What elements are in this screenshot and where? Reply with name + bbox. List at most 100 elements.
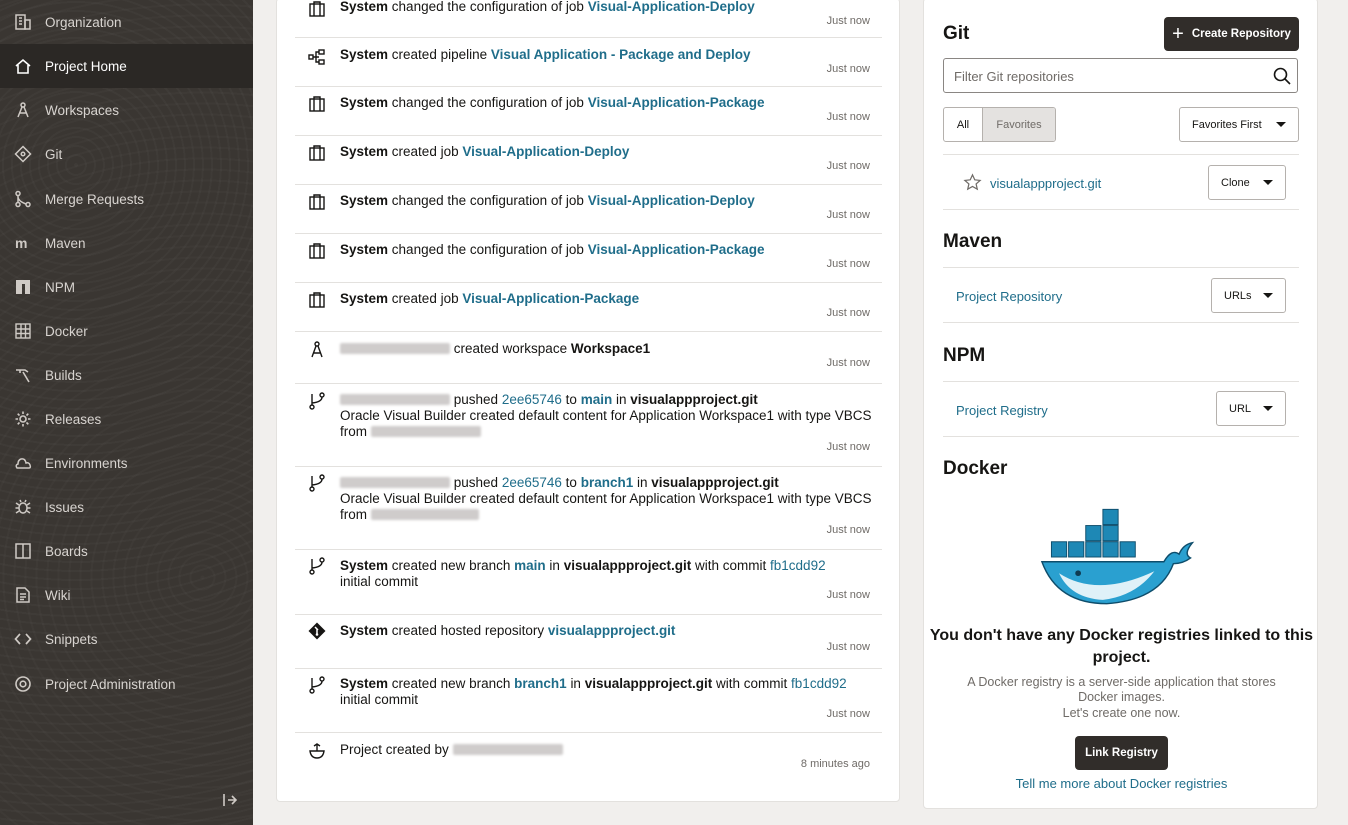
timestamp: Just now (826, 641, 870, 653)
activity-text: System changed the configuration of job … (340, 193, 755, 208)
job-link[interactable]: Visual-Application-Deploy (462, 144, 629, 159)
timestamp: Just now (826, 111, 870, 123)
branch-icon (307, 675, 327, 695)
docker-whale-icon (1040, 504, 1202, 613)
activity-feed: System changed the configuration of job … (276, 0, 900, 802)
commit-link[interactable]: 2ee65746 (502, 392, 562, 407)
sidebar-item-docker[interactable]: Docker (0, 309, 253, 353)
docker-section-title: Docker (943, 458, 1008, 479)
docker-empty-title: You don't have any Docker registries lin… (929, 627, 1314, 666)
divider (943, 154, 1299, 155)
job-link[interactable]: Visual-Application-Package (462, 291, 639, 306)
docker-learn-more-link[interactable]: Tell me more about Docker registries (924, 776, 1319, 791)
job-link[interactable]: Visual-Application-Package (588, 242, 765, 257)
sidebar-item-project-administration[interactable]: Project Administration (0, 662, 253, 706)
collapse-sidebar-icon[interactable] (220, 790, 240, 810)
branch-link[interactable]: branch1 (514, 676, 567, 691)
redacted-user (370, 426, 481, 437)
svg-text:m: m (15, 235, 27, 251)
commit-link[interactable]: 2ee65746 (502, 475, 562, 490)
activity-text: Project created by (340, 742, 874, 758)
sidebar-item-snippets[interactable]: Snippets (0, 617, 253, 661)
cloud-icon (0, 454, 45, 472)
divider (943, 322, 1299, 323)
sidebar-item-label: Git (45, 146, 63, 162)
branch-link[interactable]: main (581, 392, 613, 407)
job-link[interactable]: Visual-Application-Deploy (588, 0, 755, 14)
sidebar-item-label: Environments (45, 455, 128, 471)
activity-text: System created new branch main in visual… (340, 558, 826, 589)
search-input[interactable]: Filter Git repositories (943, 58, 1298, 93)
npm-url-dropdown[interactable]: URL (1216, 391, 1286, 426)
project-icon (307, 741, 327, 761)
sidebar-item-boards[interactable]: Boards (0, 529, 253, 573)
commit-link[interactable]: fb1cdd92 (791, 676, 847, 691)
document-icon (0, 586, 45, 604)
list-item: System created job Visual-Application-Pa… (295, 283, 882, 332)
repository-link[interactable]: visualappproject.git (548, 623, 676, 638)
sidebar-item-workspaces[interactable]: Workspaces (0, 88, 253, 132)
chevron-down-icon (1263, 293, 1273, 298)
timestamp: Just now (826, 209, 870, 221)
tab-favorites[interactable]: Favorites (983, 108, 1055, 141)
pipeline-icon (307, 47, 327, 67)
maven-section-title: Maven (943, 231, 1003, 252)
sidebar-item-maven[interactable]: m Maven (0, 221, 253, 265)
list-item: System created pipeline Visual Applicati… (295, 38, 882, 87)
search-icon[interactable] (1272, 66, 1292, 86)
repository-filter-tabs: All Favorites (943, 107, 1056, 142)
redacted-user (340, 394, 450, 405)
activity-text: created workspace Workspace1 (340, 341, 874, 357)
timestamp: Just now (826, 524, 870, 536)
sidebar-item-organization[interactable]: Organization (0, 0, 253, 44)
sidebar-item-issues[interactable]: Issues (0, 485, 253, 529)
npm-section-title: NPM (943, 345, 986, 366)
branch-link[interactable]: main (514, 558, 546, 573)
timestamp: Just now (826, 589, 870, 601)
maven-repository-link[interactable]: Project Repository (956, 289, 1062, 304)
sidebar-item-npm[interactable]: NPM (0, 265, 253, 309)
job-icon (307, 290, 327, 310)
npm-registry-link[interactable]: Project Registry (956, 403, 1048, 418)
activity-text: System created pipeline Visual Applicati… (340, 47, 751, 62)
sidebar-item-label: Docker (45, 323, 88, 339)
gear-icon (0, 410, 45, 428)
code-icon (0, 630, 45, 648)
job-link[interactable]: Visual-Application-Package (588, 95, 765, 110)
job-icon (307, 94, 327, 114)
clone-dropdown[interactable]: Clone (1208, 165, 1286, 200)
sidebar-item-label: Project Home (45, 58, 127, 74)
building-icon (0, 13, 45, 31)
timestamp: Just now (826, 441, 870, 453)
star-icon[interactable] (963, 173, 982, 195)
activity-text: System changed the configuration of job … (340, 0, 755, 14)
sidebar-item-git[interactable]: Git (0, 132, 253, 176)
job-link[interactable]: Visual-Application-Deploy (588, 193, 755, 208)
list-item: System changed the configuration of job … (295, 87, 882, 136)
git-section-title: Git (943, 23, 970, 44)
activity-text: pushed 2ee65746 to branch1 in visualappp… (340, 475, 872, 522)
sidebar-item-wiki[interactable]: Wiki (0, 573, 253, 617)
sidebar-item-label: Issues (45, 499, 85, 515)
tab-all[interactable]: All (944, 108, 983, 141)
sort-dropdown[interactable]: Favorites First (1179, 107, 1299, 142)
commit-link[interactable]: fb1cdd92 (770, 558, 826, 573)
plus-icon: + (1172, 23, 1184, 45)
link-registry-button[interactable]: Link Registry (1075, 736, 1168, 770)
compass-icon (0, 101, 45, 119)
home-icon (0, 57, 45, 75)
branch-link[interactable]: branch1 (581, 475, 634, 490)
pipeline-link[interactable]: Visual Application - Package and Deploy (491, 47, 751, 62)
sidebar-item-merge-requests[interactable]: Merge Requests (0, 177, 253, 221)
sidebar-item-environments[interactable]: Environments (0, 441, 253, 485)
sidebar: Organization Project Home Workspaces Git… (0, 0, 253, 825)
list-item: System created new branch branch1 in vis… (295, 669, 882, 733)
create-repository-button[interactable]: + Create Repository (1164, 17, 1299, 51)
sidebar-item-project-home[interactable]: Project Home (0, 44, 253, 88)
sidebar-item-releases[interactable]: Releases (0, 397, 253, 441)
job-icon (307, 143, 327, 163)
redacted-user (452, 744, 563, 755)
sidebar-item-builds[interactable]: Builds (0, 353, 253, 397)
repository-link[interactable]: visualappproject.git (990, 176, 1101, 191)
maven-urls-dropdown[interactable]: URLs (1211, 278, 1286, 313)
